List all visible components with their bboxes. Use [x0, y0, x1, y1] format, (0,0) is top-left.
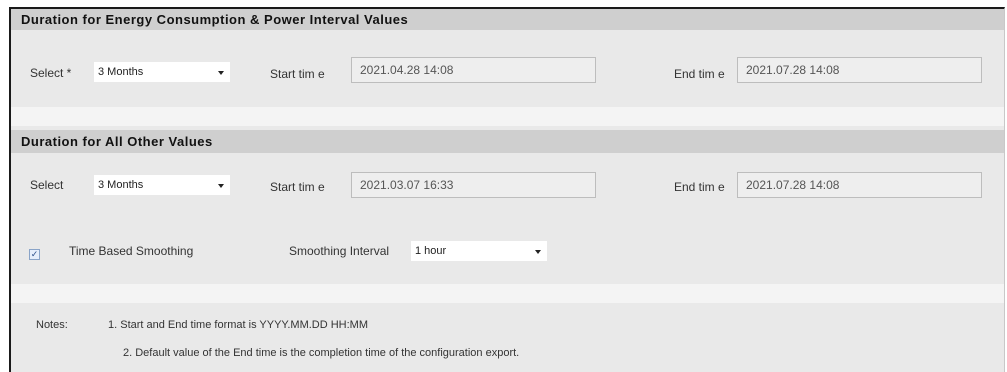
duration-select-other[interactable]: 3 Months [94, 175, 230, 195]
chevron-down-icon [218, 71, 224, 75]
start-time-field-other[interactable]: 2021.03.07 16:33 [351, 172, 596, 198]
duration-select-value: 3 Months [98, 66, 144, 78]
smoothing-checkbox[interactable]: ✓ [29, 249, 40, 260]
select-label: Select [30, 178, 64, 192]
note-item: 2. Default value of the End time is the … [123, 347, 520, 359]
section-divider [11, 284, 1004, 303]
end-time-label: End tim e [674, 180, 725, 194]
export-duration-panel: Duration for Energy Consumption & Power … [9, 7, 1005, 372]
chevron-down-icon [535, 250, 541, 254]
select-label: Select * [30, 66, 72, 80]
duration-select-value: 3 Months [98, 179, 144, 191]
smoothing-checkbox-label: Time Based Smoothing [69, 244, 194, 258]
start-time-field-energy[interactable]: 2021.04.28 14:08 [351, 57, 596, 83]
note-item: 1. Start and End time format is YYYY.MM.… [108, 319, 369, 331]
section-divider [11, 107, 1004, 126]
start-time-label: Start tim e [270, 180, 325, 194]
smoothing-interval-label: Smoothing Interval [289, 244, 390, 258]
end-time-label: End tim e [674, 67, 725, 81]
smoothing-interval-select[interactable]: 1 hour [411, 241, 547, 261]
section-header-energy-consumption: Duration for Energy Consumption & Power … [11, 9, 1004, 30]
chevron-down-icon [218, 184, 224, 188]
checkmark-icon: ✓ [30, 249, 39, 259]
start-time-label: Start tim e [270, 67, 325, 81]
section-header-other-values: Duration for All Other Values [11, 130, 1004, 153]
smoothing-interval-value: 1 hour [415, 245, 447, 257]
notes-label: Notes: [36, 319, 68, 331]
duration-select-energy[interactable]: 3 Months [94, 62, 230, 82]
end-time-field-energy[interactable]: 2021.07.28 14:08 [737, 57, 982, 83]
end-time-field-other[interactable]: 2021.07.28 14:08 [737, 172, 982, 198]
